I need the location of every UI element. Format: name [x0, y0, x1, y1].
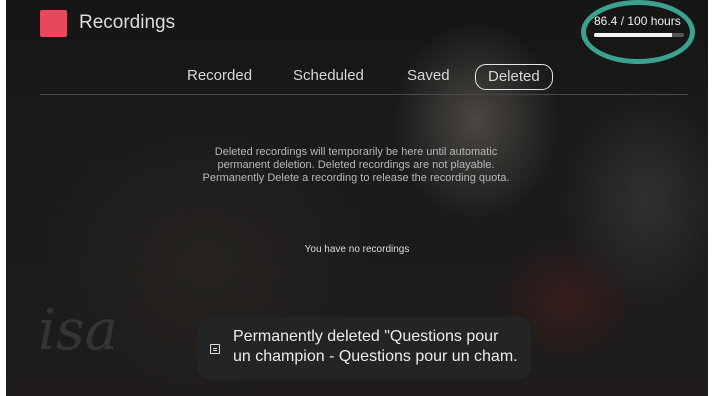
tab-saved[interactable]: Saved — [395, 64, 462, 88]
toast-line-1: Permanently deleted "Questions pour — [233, 328, 499, 345]
tab-divider — [40, 94, 688, 95]
info-line: permanent deletion. Deleted recordings a… — [217, 159, 495, 171]
page-title: Recordings — [79, 12, 176, 33]
deleted-info-text: Deleted recordings will temporarily be h… — [156, 146, 556, 185]
app-logo — [40, 10, 67, 37]
background-watermark-logo: isa — [38, 298, 119, 363]
message-icon — [210, 344, 220, 354]
tab-scheduled[interactable]: Scheduled — [281, 64, 376, 88]
toast-notification: Permanently deleted "Questions pour un c… — [197, 317, 531, 379]
app-screen: isa Recordings 86.4 / 100 hours Recorded… — [6, 0, 708, 396]
tab-recorded[interactable]: Recorded — [175, 64, 264, 88]
toast-line-2: un champion - Questions pour un cham.. — [233, 348, 517, 365]
tab-deleted[interactable]: Deleted — [475, 64, 553, 90]
empty-state-message: You have no recordings — [304, 244, 410, 255]
highlight-ring-annotation — [581, 0, 695, 64]
tab-bar: Recorded Scheduled Saved Deleted — [6, 64, 708, 90]
info-line: Deleted recordings will temporarily be h… — [214, 146, 498, 158]
info-line: Permanently Delete a recording to releas… — [202, 172, 510, 184]
